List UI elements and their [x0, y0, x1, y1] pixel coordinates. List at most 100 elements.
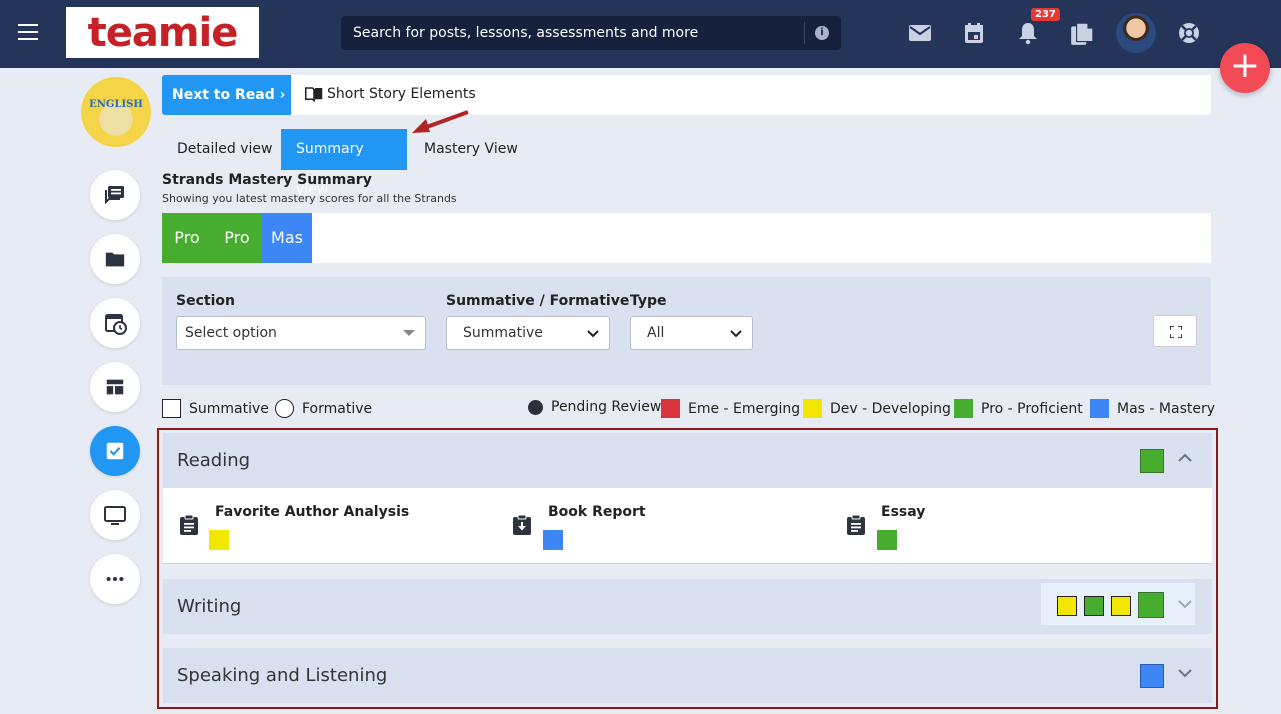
- strand-writing-name: Writing: [177, 596, 242, 617]
- caret-down-icon: [403, 330, 415, 336]
- strand-writing-scores: [1041, 583, 1195, 625]
- logo-text: teamie: [87, 9, 239, 56]
- legend-mastery-label: Mas - Mastery: [1117, 400, 1215, 417]
- clipboard-icon: [847, 514, 865, 535]
- legend-summative: Summative: [162, 399, 269, 418]
- course-badge-text: ENGLISH: [89, 99, 143, 110]
- more-icon: [106, 576, 124, 582]
- square-icon: [162, 399, 181, 418]
- info-icon[interactable]: i: [815, 26, 829, 40]
- next-to-read-label: Next to Read: [172, 87, 275, 103]
- tab-summary-view[interactable]: Summary view: [281, 129, 407, 198]
- strand-score-speaking[interactable]: Mas: [262, 213, 312, 263]
- filter-panel: Section Select option Summative / Format…: [162, 277, 1211, 385]
- strand-speaking-score: [1140, 664, 1164, 688]
- summary-subtitle: Showing you latest mastery scores for al…: [162, 192, 457, 205]
- type-select[interactable]: All: [630, 316, 753, 350]
- type-filter-label: Type: [630, 293, 667, 309]
- section-filter-label: Section: [176, 293, 235, 309]
- sidebar-item-dashboard[interactable]: [90, 362, 140, 412]
- strand-writing-score: [1084, 596, 1104, 616]
- legend-pending: Pending Review: [528, 399, 661, 415]
- assessment-title: Essay: [881, 504, 926, 520]
- documents-icon[interactable]: [1069, 21, 1095, 47]
- chevron-down-icon: [1178, 669, 1192, 678]
- chevron-right-icon: ›: [279, 87, 286, 103]
- legend-emerging-label: Eme - Emerging: [688, 400, 801, 417]
- type-mode-select-value: Summative: [463, 325, 543, 341]
- chevron-down-icon: [730, 330, 742, 338]
- top-navbar: teamie i 237: [0, 0, 1281, 68]
- type-mode-select[interactable]: Summative: [446, 316, 610, 350]
- assessment-score: [877, 530, 897, 550]
- next-to-read-button[interactable]: Next to Read ›: [162, 75, 291, 115]
- dot-icon: [528, 399, 543, 415]
- legend-proficient-label: Pro - Proficient: [981, 400, 1083, 417]
- chevron-down-icon: [587, 330, 599, 338]
- sidebar-item-classroom[interactable]: [90, 490, 140, 540]
- sidebar-item-posts[interactable]: [90, 170, 140, 220]
- legend-mastery: Mas - Mastery: [1090, 399, 1215, 418]
- mail-icon[interactable]: [908, 21, 932, 45]
- legend-proficient: Pro - Proficient: [954, 399, 1083, 418]
- assessment-score: [209, 530, 229, 550]
- proficient-swatch: [954, 399, 973, 418]
- legend-developing-label: Dev - Developing: [830, 400, 951, 417]
- legend-emerging: Eme - Emerging: [661, 399, 800, 418]
- search-separator: [804, 22, 805, 44]
- strand-speaking-header[interactable]: Speaking and Listening: [163, 648, 1212, 703]
- next-lesson-title: Short Story Elements: [327, 86, 476, 102]
- annotation-arrow-icon: [412, 110, 469, 133]
- emerging-swatch: [661, 399, 680, 418]
- checkbox-icon: [106, 442, 124, 460]
- strand-reading-header[interactable]: Reading: [163, 433, 1212, 488]
- section-select[interactable]: Select option: [176, 316, 426, 350]
- sidebar-item-assessments[interactable]: [90, 426, 140, 476]
- monitor-icon: [104, 506, 126, 525]
- user-avatar[interactable]: [1116, 13, 1156, 53]
- strand-writing-score: [1111, 596, 1131, 616]
- strand-writing-score: [1057, 596, 1077, 616]
- calendar-icon[interactable]: [962, 21, 986, 45]
- strand-writing-score: [1138, 592, 1164, 618]
- course-badge[interactable]: ENGLISH: [81, 77, 151, 147]
- strand-score-reading[interactable]: Pro: [162, 213, 212, 263]
- mastery-swatch: [1090, 399, 1109, 418]
- strand-speaking-name: Speaking and Listening: [177, 665, 388, 686]
- sidebar-item-schedule[interactable]: [90, 298, 140, 348]
- strand-reading-body: Favorite Author Analysis Book Report Ess…: [163, 488, 1212, 564]
- strand-reading-name: Reading: [177, 450, 251, 471]
- legend-formative: Formative: [275, 399, 372, 418]
- circle-icon: [275, 399, 294, 418]
- teamie-logo[interactable]: teamie: [66, 7, 259, 58]
- menu-icon[interactable]: [18, 24, 38, 40]
- legend-formative-label: Formative: [302, 400, 373, 417]
- strand-writing-header[interactable]: Writing: [163, 579, 1212, 634]
- next-to-read-bar: Next to Read › Short Story Elements: [162, 75, 1211, 115]
- type-select-value: All: [647, 325, 665, 341]
- sidebar-item-files[interactable]: [90, 234, 140, 284]
- help-icon[interactable]: [1177, 21, 1201, 45]
- dashboard-icon: [106, 379, 124, 395]
- developing-swatch: [803, 399, 822, 418]
- search-bar: i: [341, 16, 841, 50]
- sidebar-item-more[interactable]: [90, 554, 140, 604]
- calendar-clock-icon: [105, 314, 127, 335]
- legend-developing: Dev - Developing: [803, 399, 951, 418]
- folder-icon: [105, 252, 125, 267]
- chevron-down-icon: [1178, 600, 1192, 609]
- assessment-title: Favorite Author Analysis: [215, 504, 410, 520]
- summary-title: Strands Mastery Summary: [162, 172, 372, 188]
- next-lesson-link[interactable]: Short Story Elements: [305, 86, 476, 102]
- fullscreen-button[interactable]: [1153, 315, 1197, 347]
- assessment-score: [543, 530, 563, 550]
- strand-score-writing[interactable]: Pro: [212, 213, 262, 263]
- bell-icon[interactable]: [1016, 21, 1040, 45]
- fullscreen-icon: [1170, 326, 1182, 338]
- strand-reading-score: [1140, 449, 1164, 473]
- add-button[interactable]: +: [1220, 43, 1270, 93]
- assessment-title: Book Report: [548, 504, 646, 520]
- search-input[interactable]: [341, 16, 805, 50]
- tab-detailed-view[interactable]: Detailed view: [162, 129, 287, 170]
- clipboard-icon: [180, 514, 198, 535]
